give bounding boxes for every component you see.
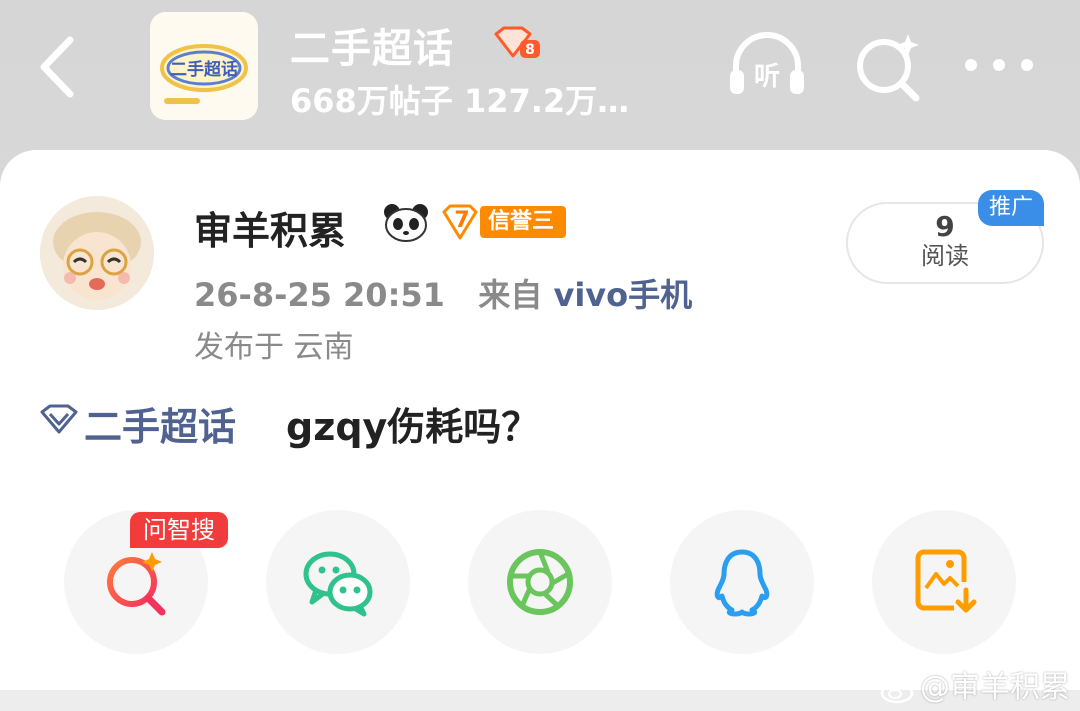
from-label: 来自 — [478, 276, 543, 314]
topic-stats: 668万帖子 127.2万… — [290, 82, 630, 120]
post-text: gzqy伤耗吗？ — [286, 405, 540, 449]
weibo-logo-icon — [880, 676, 918, 703]
super-topic-badge-icon: 8 — [494, 26, 540, 58]
panda-icon — [384, 204, 428, 242]
share-save-image-button[interactable] — [872, 510, 1016, 654]
topic-logo-image: 二手超话 — [150, 12, 258, 120]
post-time: 26-8-25 20:51 — [194, 276, 445, 314]
post-card: 审羊积累 7 信誉三 26-8-25 20:51 来自 vivo手机 发布于 云… — [0, 150, 1080, 690]
level-number: 7 — [454, 208, 470, 233]
topic-link[interactable]: 二手超话 — [84, 396, 236, 451]
svg-text:二手超话: 二手超话 — [170, 59, 238, 80]
listen-button[interactable]: 听 — [726, 32, 808, 98]
svg-text:听: 听 — [754, 62, 780, 92]
chevron-left-icon[interactable] — [34, 34, 84, 100]
ai-search-icon — [107, 552, 166, 616]
share-qq-button[interactable] — [670, 510, 814, 654]
watermark: @审羊积累 — [880, 662, 1070, 706]
topic-header: 二手超话 二手超话 8 668万帖子 127.2万… 听 — [0, 0, 1080, 150]
post-meta: 26-8-25 20:51 来自 vivo手机 — [194, 270, 692, 316]
topic-title: 二手超话 — [290, 26, 454, 72]
ai-search-tag: 问智搜 — [130, 512, 228, 548]
share-wechat-button[interactable] — [266, 510, 410, 654]
read-label: 阅读 — [921, 242, 969, 270]
avatar[interactable] — [40, 196, 154, 310]
watermark-text: @审羊积累 — [920, 670, 1070, 705]
wechat-icon — [303, 551, 373, 617]
qq-icon — [714, 549, 770, 617]
more-dots-icon[interactable] — [962, 52, 1036, 78]
moments-icon — [507, 549, 573, 615]
level-label: 信誉三 — [480, 206, 566, 238]
ai-search-icon[interactable] — [852, 30, 924, 102]
save-image-icon — [915, 549, 977, 613]
svg-text:8: 8 — [525, 42, 535, 58]
avatar-image — [40, 196, 154, 310]
headphones-icon: 听 — [730, 32, 804, 94]
credit-level-badge[interactable]: 7 信誉三 — [440, 204, 566, 240]
topic-logo[interactable]: 二手超话 — [150, 12, 258, 120]
post-location: 发布于 云南 — [194, 330, 354, 365]
post-source[interactable]: vivo手机 — [553, 276, 692, 314]
super-topic-icon — [40, 404, 78, 434]
username[interactable]: 审羊积累 — [194, 200, 346, 255]
share-moments-button[interactable] — [468, 510, 612, 654]
promo-badge[interactable]: 推广 — [978, 190, 1044, 226]
